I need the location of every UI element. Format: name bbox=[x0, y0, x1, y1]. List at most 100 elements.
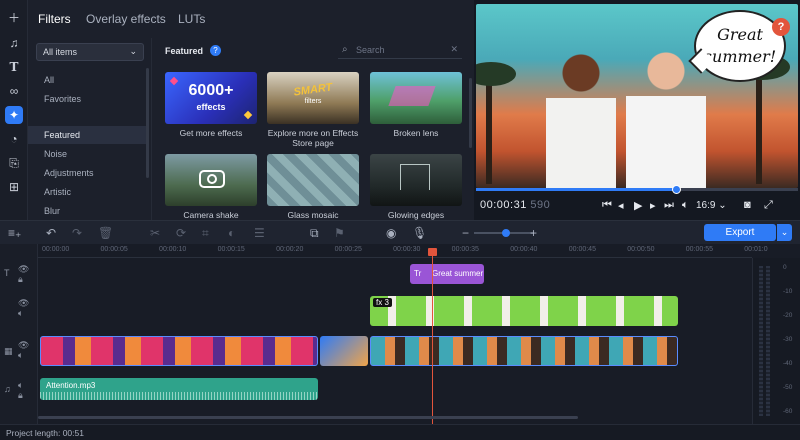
filters-icon[interactable]: ✦ bbox=[5, 106, 23, 124]
ruler-tick: 00:00:15 bbox=[217, 246, 245, 253]
clear-search-icon[interactable]: ✕ bbox=[450, 44, 458, 55]
meter-level-label: 0 bbox=[783, 264, 787, 271]
video-preview[interactable]: Great summer! ? bbox=[476, 4, 798, 188]
meter-level-label: -50 bbox=[783, 384, 793, 391]
category-artistic[interactable]: Artistic bbox=[28, 183, 148, 201]
status-bar: Project length: 00:51 bbox=[0, 424, 800, 440]
audio-waveform bbox=[40, 392, 318, 400]
timeline-toolbar: ≡₊ ↶ ↷ 🗑︎ ✂ ⟳ ⌗ ◐ ☰ ⧉ ⚑ ◉ 🎙︎ − + Export … bbox=[0, 220, 800, 244]
playback-progress[interactable] bbox=[476, 185, 798, 194]
video-clip[interactable] bbox=[40, 336, 318, 366]
tab-luts[interactable]: LUTs bbox=[178, 12, 205, 26]
effect-card-explore-store[interactable]: SMART filters Explore more on Effects St… bbox=[267, 72, 359, 148]
split-icon[interactable]: ⧉ bbox=[310, 226, 319, 241]
transform-icon[interactable]: ⎘ bbox=[5, 154, 23, 172]
tab-filters[interactable]: Filters bbox=[38, 12, 71, 26]
marker-icon[interactable]: ⚑ bbox=[334, 226, 345, 240]
music-icon[interactable]: ♫ bbox=[5, 34, 23, 52]
cut-icon[interactable]: ✂ bbox=[150, 226, 160, 240]
redo-icon[interactable]: ↷ bbox=[72, 226, 82, 240]
ruler-tick: 00:01:0 bbox=[744, 246, 768, 253]
timecode-frames: 590 bbox=[530, 199, 551, 211]
export-button[interactable]: Export bbox=[704, 224, 776, 241]
play-icon[interactable]: ▶ bbox=[634, 199, 642, 212]
record-webcam-icon[interactable]: ◉ bbox=[386, 226, 396, 240]
decor-shape bbox=[756, 64, 762, 184]
category-favorites[interactable]: Favorites bbox=[28, 90, 148, 108]
export-options-icon[interactable]: ⌄ bbox=[777, 224, 792, 241]
category-scrollbar[interactable] bbox=[146, 68, 149, 178]
effects-tabs: Filters Overlay effects LUTs bbox=[28, 0, 474, 38]
lock-icon[interactable]: 🔒︎ bbox=[18, 274, 23, 285]
search-input[interactable]: ⌕ Search ✕ bbox=[338, 43, 462, 59]
undo-icon[interactable]: ↶ bbox=[46, 226, 56, 240]
help-badge[interactable]: ? bbox=[772, 18, 790, 36]
category-noise[interactable]: Noise bbox=[28, 145, 148, 163]
playhead-handle[interactable] bbox=[428, 248, 437, 256]
meter-level-label: -20 bbox=[783, 312, 793, 319]
zoom-knob[interactable] bbox=[502, 229, 510, 237]
ruler-tick: 00:00:50 bbox=[627, 246, 655, 253]
add-track-icon[interactable]: ≡₊ bbox=[8, 226, 21, 240]
decor-shape bbox=[388, 86, 436, 106]
stickers-icon[interactable]: ◔ bbox=[5, 130, 23, 148]
titles-icon[interactable]: T bbox=[5, 58, 23, 76]
effect-card-camera-shake[interactable]: Camera shake bbox=[165, 154, 257, 220]
mute-icon[interactable]: 🔈︎ bbox=[18, 350, 23, 361]
video-clip[interactable] bbox=[320, 336, 368, 366]
time-ruler[interactable]: 00:00:00 00:00:05 00:00:10 00:00:15 00:00:20… bbox=[38, 244, 768, 258]
effect-thumb: 6000+ effects bbox=[165, 72, 257, 124]
color-adjust-icon[interactable]: ◐ bbox=[228, 226, 235, 240]
tab-overlay-effects[interactable]: Overlay effects bbox=[86, 12, 166, 26]
category-all[interactable]: All bbox=[28, 71, 148, 89]
step-forward-icon[interactable]: ▸ bbox=[650, 199, 656, 212]
title-clip[interactable]: Tr Great summer bbox=[410, 264, 484, 284]
effect-card-get-more[interactable]: 6000+ effects Get more effects bbox=[165, 72, 257, 138]
tool-rail: ＋ ♫ T ∞ ✦ ◔ ⎘ ⊞ bbox=[0, 0, 28, 220]
more-tools-icon[interactable]: ⊞ bbox=[5, 178, 23, 196]
effect-card-glowing-edges[interactable]: Glowing edges bbox=[370, 154, 462, 220]
skip-end-icon[interactable]: ⏭ bbox=[664, 199, 674, 212]
step-back-icon[interactable]: ◂ bbox=[618, 199, 624, 212]
delete-icon[interactable]: 🗑︎ bbox=[98, 226, 113, 240]
skip-start-icon[interactable]: ⏮ bbox=[602, 199, 612, 212]
fullscreen-icon[interactable]: ⤢ bbox=[764, 199, 773, 212]
volume-icon[interactable]: 🔈︎ bbox=[682, 199, 689, 212]
snapshot-icon[interactable]: ◙ bbox=[744, 199, 751, 211]
meter-bar-right bbox=[766, 266, 770, 416]
add-media-icon[interactable]: ＋ bbox=[5, 8, 23, 26]
video-clip[interactable] bbox=[370, 336, 678, 366]
thumb-title: 6000+ bbox=[188, 82, 234, 99]
record-voice-icon[interactable]: 🎙︎ bbox=[412, 226, 427, 240]
playhead[interactable] bbox=[428, 248, 437, 424]
clip-properties-icon[interactable]: ☰ bbox=[254, 226, 265, 240]
effect-card-glass-mosaic[interactable]: Glass mosaic bbox=[267, 154, 359, 220]
ruler-tick: 00:00:05 bbox=[100, 246, 128, 253]
category-featured[interactable]: Featured bbox=[28, 126, 148, 144]
rotate-icon[interactable]: ⟳ bbox=[176, 226, 186, 240]
zoom-out-icon[interactable]: − bbox=[462, 226, 469, 240]
aspect-ratio[interactable]: 16:9 ⌄ bbox=[696, 200, 727, 211]
category-adjustments[interactable]: Adjustments bbox=[28, 164, 148, 182]
progress-knob[interactable] bbox=[671, 185, 681, 194]
ruler-tick: 00:00:00 bbox=[42, 246, 70, 253]
zoom-in-icon[interactable]: + bbox=[530, 226, 537, 240]
effect-thumb bbox=[370, 154, 462, 206]
ruler-tick: 00:00:20 bbox=[276, 246, 304, 253]
thumb-subtitle: filters bbox=[304, 98, 322, 105]
lock-icon[interactable]: 🔒︎ bbox=[18, 390, 23, 401]
transitions-icon[interactable]: ∞ bbox=[5, 82, 23, 100]
timeline-scrollbar[interactable] bbox=[38, 416, 578, 419]
crop-icon[interactable]: ⌗ bbox=[202, 226, 209, 241]
category-blur[interactable]: Blur bbox=[28, 202, 148, 216]
zoom-slider[interactable] bbox=[474, 229, 534, 237]
overlay-clip[interactable]: fx 3 bbox=[370, 296, 678, 326]
effects-scrollbar[interactable] bbox=[469, 78, 472, 148]
category-dropdown[interactable]: All items ⌄ bbox=[36, 43, 144, 61]
audio-clip[interactable]: Attention.mp3 bbox=[40, 378, 318, 400]
mute-icon[interactable]: 🔈︎ bbox=[18, 308, 23, 319]
help-icon[interactable]: ? bbox=[210, 45, 221, 56]
audio-meter: 0 -10 -20 -30 -40 -50 -60 bbox=[752, 258, 800, 424]
title-clip-icon: Tr bbox=[414, 269, 422, 278]
effect-card-broken-lens[interactable]: Broken lens bbox=[370, 72, 462, 138]
